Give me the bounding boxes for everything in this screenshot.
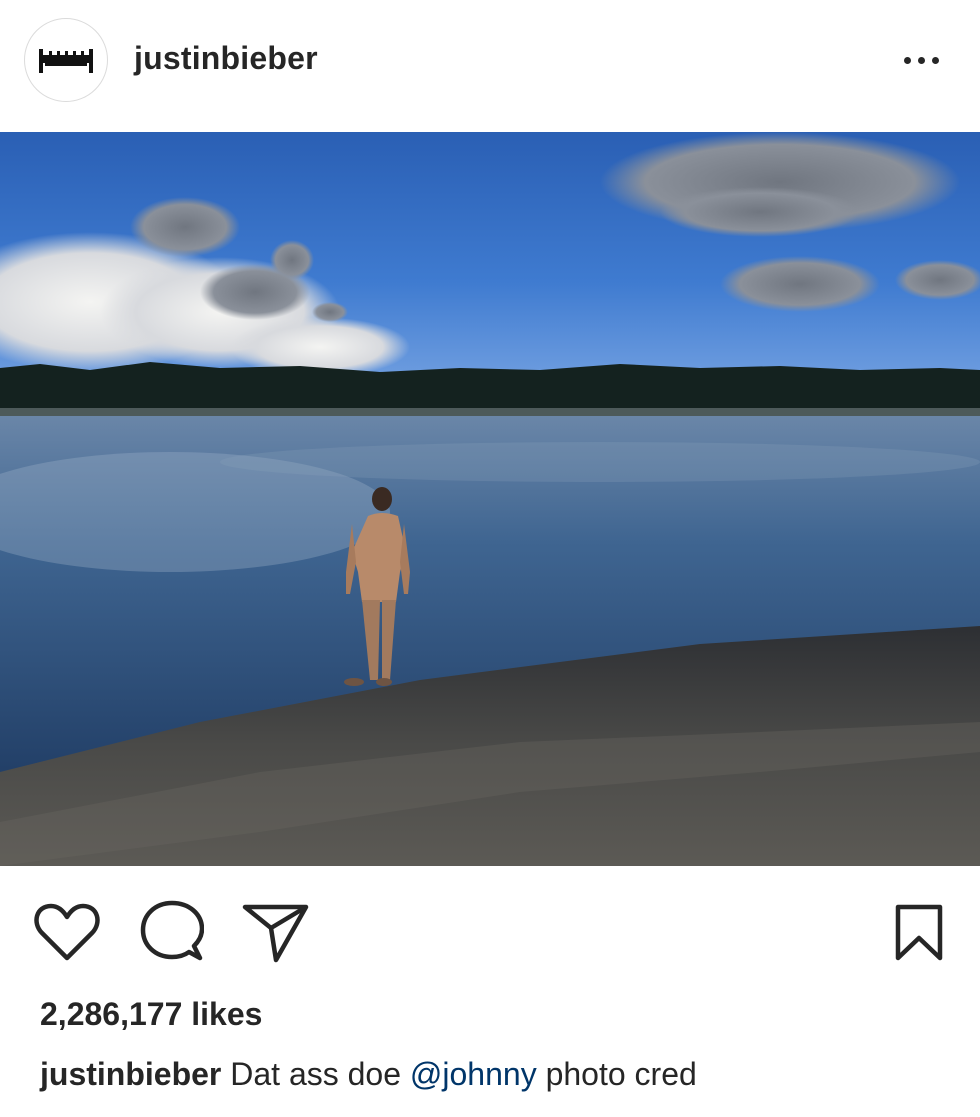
caption-mention[interactable]: @johnny: [410, 1056, 537, 1092]
lake-photo: [0, 132, 980, 866]
post-username[interactable]: justinbieber: [134, 40, 318, 77]
likes-count[interactable]: 2,286,177 likes: [40, 996, 262, 1033]
post-actions: [0, 866, 980, 986]
heart-icon[interactable]: [34, 902, 100, 962]
caption-text-after: photo cred: [545, 1056, 697, 1092]
avatar-logo-icon: [39, 49, 93, 73]
post-caption: justinbieber Dat ass doe @johnny photo c…: [40, 1056, 697, 1093]
comment-icon[interactable]: [140, 900, 204, 962]
caption-text: Dat ass doe: [230, 1056, 402, 1092]
post-header: justinbieber: [0, 0, 980, 132]
post-photo[interactable]: [0, 132, 980, 866]
more-options-icon[interactable]: [902, 44, 942, 74]
bookmark-icon[interactable]: [894, 904, 944, 962]
share-icon[interactable]: [242, 902, 310, 964]
avatar[interactable]: [24, 18, 108, 102]
caption-username[interactable]: justinbieber: [40, 1056, 221, 1092]
